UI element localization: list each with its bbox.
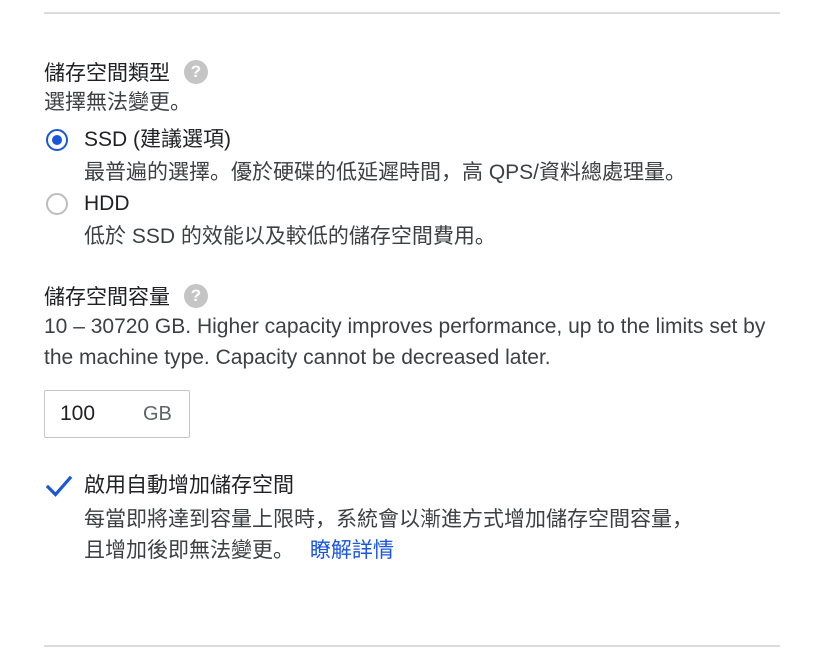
capacity-unit: GB xyxy=(143,403,172,425)
storage-capacity-title: 儲存空間容量 xyxy=(44,286,170,309)
auto-increase-description-line1: 每當即將達到容量上限時，系統會以漸進方式增加儲存空間容量， xyxy=(84,508,693,531)
storage-type-heading: 儲存空間類型? xyxy=(44,60,208,88)
auto-increase-checkbox[interactable] xyxy=(46,473,72,499)
storage-capacity-heading: 儲存空間容量? xyxy=(44,284,208,312)
storage-type-description: 選擇無法變更。 xyxy=(44,91,191,114)
hdd-radio[interactable] xyxy=(46,193,68,215)
ssd-option-label[interactable]: SSD (建議選項) xyxy=(84,126,231,154)
help-circle-icon[interactable]: ? xyxy=(184,60,208,85)
auto-increase-description-line2: 且增加後即無法變更。 瞭解詳情 xyxy=(84,535,394,566)
ssd-radio[interactable] xyxy=(46,129,68,151)
capacity-input-box[interactable]: GB xyxy=(44,390,190,438)
auto-increase-label[interactable]: 啟用自動增加儲存空間 xyxy=(84,472,294,500)
ssd-option-description: 最普遍的選擇。優於硬碟的低延遲時間，高 QPS/資料總處理量。 xyxy=(84,161,687,184)
top-divider xyxy=(44,12,780,14)
hdd-option-description: 低於 SSD 的效能以及較低的儲存空間費用。 xyxy=(84,225,496,248)
storage-capacity-description: 10 – 30720 GB. Higher capacity improves … xyxy=(44,315,766,369)
auto-increase-description-text: 且增加後即無法變更。 xyxy=(84,539,294,562)
capacity-input[interactable] xyxy=(60,391,120,437)
checkmark-icon xyxy=(46,475,72,497)
help-circle-icon[interactable]: ? xyxy=(184,284,208,309)
bottom-divider xyxy=(44,645,780,647)
storage-type-title: 儲存空間類型 xyxy=(44,62,170,85)
hdd-option-label[interactable]: HDD xyxy=(84,190,130,218)
learn-more-link[interactable]: 瞭解詳情 xyxy=(310,539,394,562)
